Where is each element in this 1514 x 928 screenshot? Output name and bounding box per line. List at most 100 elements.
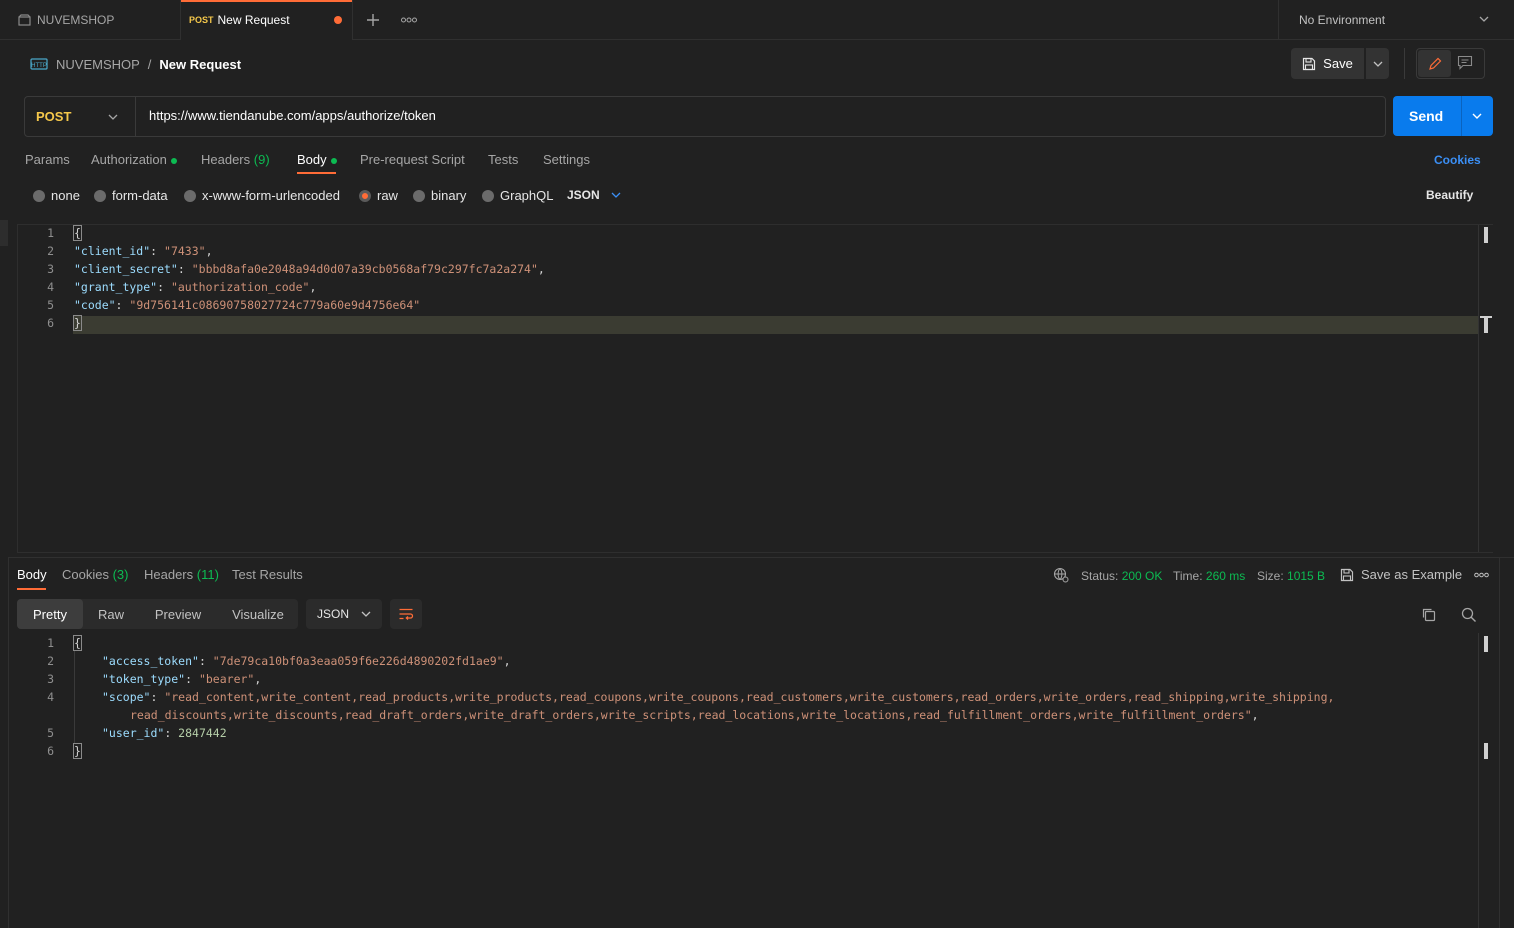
- beautify-button[interactable]: Beautify: [1426, 188, 1473, 202]
- save-button[interactable]: Save: [1291, 48, 1364, 79]
- active-tab-underline: [297, 172, 336, 174]
- response-status: Status: 200 OK: [1081, 569, 1162, 583]
- line-number: 6: [47, 316, 54, 330]
- environment-select[interactable]: No Environment: [1278, 0, 1514, 40]
- radio-form-data[interactable]: form-data: [94, 188, 168, 203]
- response-tab-test-results[interactable]: Test Results: [232, 567, 303, 582]
- line-number: 6: [47, 744, 54, 758]
- view-pretty[interactable]: Pretty: [17, 599, 83, 629]
- code-line: "scope": "read_content,write_content,rea…: [102, 690, 1335, 704]
- format-select[interactable]: JSON: [567, 188, 621, 202]
- comment-icon[interactable]: [1457, 55, 1473, 70]
- view-raw[interactable]: Raw: [85, 599, 137, 629]
- request-title[interactable]: New Request: [159, 57, 241, 72]
- json-key: "user_id": [102, 726, 165, 740]
- indent-guide: [74, 650, 75, 744]
- json-key: "scope": [102, 690, 151, 704]
- save-icon: [1302, 57, 1316, 71]
- plus-icon[interactable]: [366, 13, 380, 27]
- radio-icon: [33, 189, 45, 202]
- svg-text:HTTP: HTTP: [31, 63, 47, 69]
- more-tabs-icon[interactable]: [401, 17, 417, 23]
- json-value: 2847442: [178, 726, 227, 740]
- json-key: "grant_type": [74, 280, 158, 294]
- json-key: "client_secret": [74, 262, 178, 276]
- tab-new-request[interactable]: POST New Request: [181, 0, 353, 40]
- radio-urlencoded[interactable]: x-www-form-urlencoded: [184, 188, 340, 203]
- json-value: "authorization_code": [170, 280, 310, 294]
- tab-authorization[interactable]: Authorization: [91, 152, 177, 167]
- active-tab-underline: [17, 588, 46, 590]
- response-tab-headers[interactable]: Headers (11): [144, 567, 219, 582]
- cookies-link[interactable]: Cookies: [1434, 153, 1481, 167]
- response-format-select[interactable]: JSON: [306, 599, 382, 629]
- scrollbar-thumb[interactable]: [1484, 636, 1488, 652]
- view-preview[interactable]: Preview: [141, 599, 215, 629]
- url-input[interactable]: https://www.tiendanube.com/apps/authoriz…: [149, 108, 436, 123]
- code-line: "token_type": "bearer",: [102, 672, 262, 686]
- radio-label: x-www-form-urlencoded: [202, 188, 340, 203]
- tab-settings[interactable]: Settings: [543, 152, 590, 167]
- chevron-down-icon: [1373, 61, 1383, 67]
- tab-body-label: Body: [297, 152, 327, 167]
- wrap-lines-icon[interactable]: [390, 599, 422, 629]
- status-dot-icon: [170, 157, 177, 164]
- http-icon: HTTP: [30, 57, 48, 71]
- json-value: "bearer": [198, 672, 255, 686]
- line-number: 1: [47, 226, 54, 240]
- response-size: Size: 1015 B: [1257, 569, 1325, 583]
- json-value: "read_content,write_content,read_product…: [164, 690, 1335, 704]
- response-tab-body[interactable]: Body: [17, 567, 47, 582]
- radio-graphql[interactable]: GraphQL: [482, 188, 553, 203]
- time-value[interactable]: 260 ms: [1206, 569, 1245, 583]
- size-value[interactable]: 1015 B: [1287, 569, 1325, 583]
- tab-headers[interactable]: Headers (9): [201, 152, 270, 167]
- tab-params[interactable]: Params: [25, 152, 70, 167]
- response-tab-cookies[interactable]: Cookies (3): [62, 567, 128, 582]
- breadcrumb-collection[interactable]: NUVEMSHOP: [56, 57, 140, 72]
- method-label: POST: [36, 109, 72, 124]
- globe-icon[interactable]: [1053, 567, 1069, 583]
- save-as-example-button[interactable]: Save as Example: [1340, 567, 1462, 582]
- status-label: Status:: [1081, 569, 1119, 583]
- response-time: Time: 260 ms: [1173, 569, 1245, 583]
- brace-open: {: [73, 635, 82, 651]
- radio-label: raw: [377, 188, 398, 203]
- tab-prerequest[interactable]: Pre-request Script: [360, 152, 465, 167]
- view-visualize[interactable]: Visualize: [219, 599, 297, 629]
- save-options-button[interactable]: [1366, 48, 1389, 79]
- brace-close: }: [73, 315, 82, 331]
- environment-label: No Environment: [1299, 13, 1386, 27]
- chevron-down-icon[interactable]: [1472, 113, 1482, 119]
- json-value: read_discounts,write_discounts,read_draf…: [130, 708, 1252, 722]
- more-options-icon[interactable]: [1474, 572, 1489, 578]
- time-label: Time:: [1173, 569, 1203, 583]
- status-value[interactable]: 200 OK: [1122, 569, 1163, 583]
- json-key: "client_id": [74, 244, 151, 258]
- sidebar-handle[interactable]: [0, 220, 8, 246]
- edit-pencil-icon[interactable]: [1418, 50, 1451, 77]
- radio-none[interactable]: none: [33, 188, 80, 203]
- tab-body[interactable]: Body: [297, 152, 337, 167]
- radio-binary[interactable]: binary: [413, 188, 466, 203]
- pane-divider[interactable]: [8, 557, 1514, 558]
- radio-label: binary: [431, 188, 467, 203]
- breadcrumb-separator: /: [147, 56, 152, 72]
- code-line: "client_secret": "bbbd8afa0e2048a94d0d07…: [74, 262, 545, 276]
- method-select[interactable]: POST: [25, 97, 136, 136]
- tab-label: NUVEMSHOP: [37, 13, 115, 27]
- view-toggle: [1416, 48, 1485, 79]
- search-icon[interactable]: [1461, 607, 1477, 623]
- copy-icon[interactable]: [1421, 607, 1437, 623]
- line-number: 3: [47, 262, 54, 276]
- scrollbar-thumb[interactable]: [1484, 227, 1488, 243]
- send-button[interactable]: Send: [1393, 96, 1493, 136]
- tab-method: POST: [189, 15, 214, 25]
- code-line: "grant_type": "authorization_code",: [74, 280, 317, 294]
- tab-tests[interactable]: Tests: [488, 152, 518, 167]
- radio-raw[interactable]: raw: [359, 188, 398, 203]
- json-key: "code": [74, 298, 116, 312]
- line-number: 1: [47, 636, 54, 650]
- radio-selected-icon: [359, 189, 371, 202]
- tab-collection[interactable]: NUVEMSHOP: [0, 0, 181, 40]
